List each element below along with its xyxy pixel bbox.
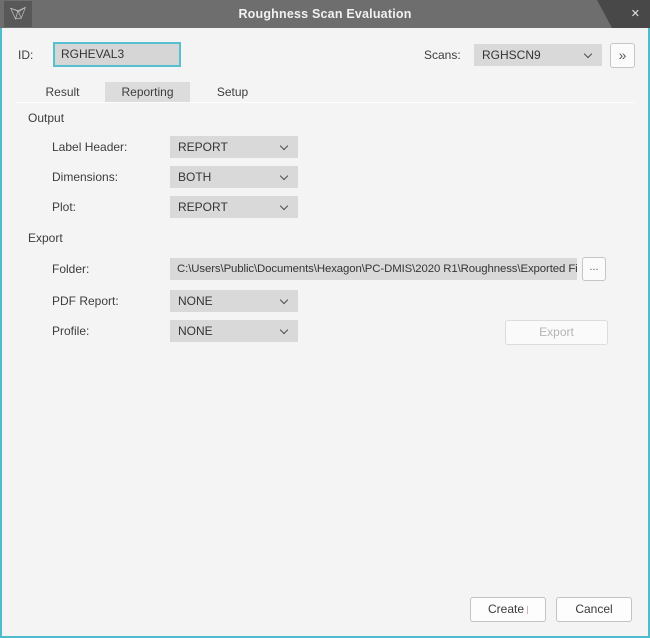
titlebar: Roughness Scan Evaluation ✕ [0, 0, 650, 28]
cancel-button[interactable]: Cancel [556, 597, 632, 622]
double-chevron-right-icon: » [619, 47, 627, 63]
plot-label: Plot: [52, 196, 76, 218]
profile-label: Profile: [52, 320, 89, 342]
scans-selected-value: RGHSCN9 [482, 48, 541, 62]
close-icon: ✕ [631, 0, 640, 28]
create-button[interactable]: Create [470, 597, 546, 622]
pdf-report-select[interactable]: NONE [170, 290, 298, 312]
label-header-select[interactable]: REPORT [170, 136, 298, 158]
chevron-down-icon [280, 202, 288, 210]
label-header-value: REPORT [178, 140, 228, 154]
roughness-scan-evaluation-dialog: Roughness Scan Evaluation ✕ ID: RGHEVAL3… [0, 0, 650, 638]
folder-label: Folder: [52, 258, 89, 280]
dimensions-label: Dimensions: [52, 166, 118, 188]
tab-reporting[interactable]: Reporting [105, 82, 190, 103]
pdf-report-value: NONE [178, 294, 213, 308]
chevron-down-icon [280, 172, 288, 180]
dialog-border [0, 28, 2, 638]
output-section-header: Output [28, 111, 64, 125]
ellipsis-icon: ... [589, 261, 598, 273]
id-label: ID: [18, 44, 33, 66]
expand-scans-button[interactable]: » [610, 43, 635, 68]
plot-value: REPORT [178, 200, 228, 214]
dimensions-value: BOTH [178, 170, 211, 184]
create-button-label: Create [488, 602, 524, 616]
pdf-report-label: PDF Report: [52, 290, 119, 312]
chevron-down-icon [280, 326, 288, 334]
tab-result[interactable]: Result [20, 82, 105, 103]
dimensions-select[interactable]: BOTH [170, 166, 298, 188]
window-title: Roughness Scan Evaluation [0, 0, 650, 28]
text-cursor [527, 606, 528, 614]
export-section-header: Export [28, 231, 63, 245]
chevron-down-icon [584, 50, 592, 58]
label-header-label: Label Header: [52, 136, 127, 158]
browse-folder-button[interactable]: ... [582, 257, 606, 281]
profile-select[interactable]: NONE [170, 320, 298, 342]
folder-input[interactable]: C:\Users\Public\Documents\Hexagon\PC-DMI… [170, 258, 577, 280]
scans-label: Scans: [424, 44, 461, 66]
chevron-down-icon [280, 296, 288, 304]
scans-select[interactable]: RGHSCN9 [474, 44, 602, 66]
id-input[interactable]: RGHEVAL3 [53, 42, 181, 67]
profile-value: NONE [178, 324, 213, 338]
export-button[interactable]: Export [505, 320, 608, 345]
tab-setup[interactable]: Setup [190, 82, 275, 103]
plot-select[interactable]: REPORT [170, 196, 298, 218]
chevron-down-icon [280, 142, 288, 150]
tabs-divider [15, 102, 635, 103]
